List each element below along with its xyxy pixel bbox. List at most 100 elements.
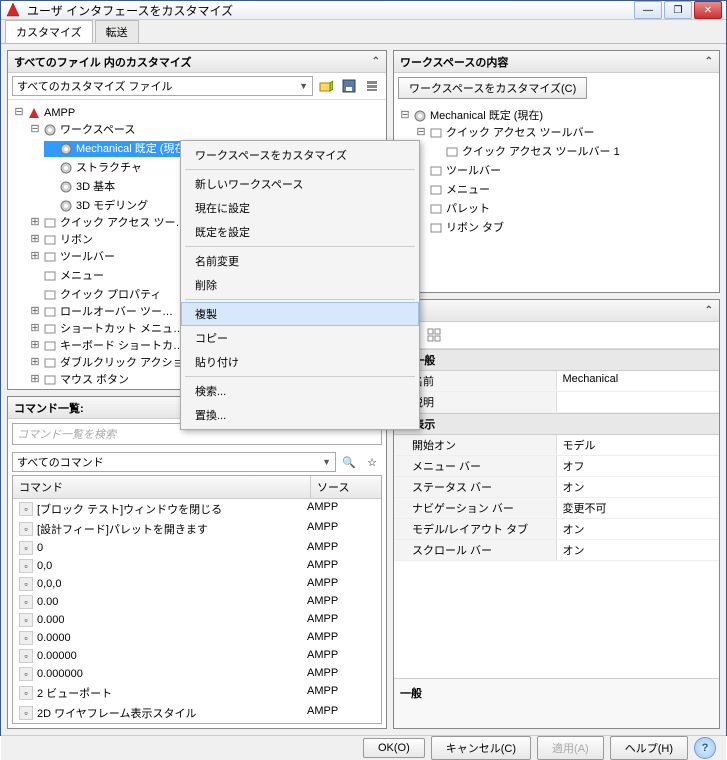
- property-row[interactable]: 開始オンモデル: [394, 435, 719, 456]
- panel-menu-icon[interactable]: [362, 76, 382, 96]
- tree-item[interactable]: ⊞ツールバー: [28, 249, 117, 265]
- property-name: モデル/レイアウト タブ: [394, 519, 557, 539]
- command-row[interactable]: ▫2D ワイヤフレーム表示スタイルAMPP: [13, 703, 381, 723]
- minimize-button[interactable]: —: [634, 1, 662, 19]
- ws-tree-root[interactable]: ⊟Mechanical 既定 (現在): [398, 108, 545, 124]
- col-command[interactable]: コマンド: [13, 476, 311, 498]
- property-row[interactable]: ナビゲーション バー変更不可: [394, 498, 719, 519]
- tab-transfer[interactable]: 転送: [95, 20, 139, 43]
- alpha-sort-icon[interactable]: [424, 325, 444, 345]
- help-icon[interactable]: ?: [694, 737, 716, 759]
- tree-root[interactable]: ⊟AMPP: [12, 105, 77, 121]
- context-menu-item[interactable]: 貼り付け: [181, 350, 419, 374]
- tree-item[interactable]: クイック プロパティ: [28, 287, 163, 303]
- property-value[interactable]: オン: [557, 519, 720, 539]
- tree-ws-item[interactable]: 3D モデリング: [44, 198, 150, 214]
- property-value[interactable]: Mechanical: [557, 371, 720, 391]
- command-row[interactable]: ▫0,0AMPP: [13, 557, 381, 575]
- apply-button[interactable]: 適用(A): [537, 736, 604, 760]
- property-row[interactable]: ステータス バーオン: [394, 477, 719, 498]
- property-name: ナビゲーション バー: [394, 498, 557, 518]
- tree-item[interactable]: ⊞マウス ボタン: [28, 372, 131, 388]
- favorite-icon[interactable]: ☆: [362, 452, 382, 472]
- collapse-icon[interactable]: ⌃: [372, 56, 380, 67]
- tree-ws-item[interactable]: Mechanical 既定 (現在): [44, 141, 191, 157]
- command-row[interactable]: ▫0,0,0AMPP: [13, 575, 381, 593]
- tree-ws-item[interactable]: ストラクチャ: [44, 160, 144, 176]
- collapse-icon[interactable]: ⌃: [705, 56, 713, 67]
- maximize-button[interactable]: ❐: [664, 1, 692, 19]
- property-value[interactable]: [557, 392, 720, 412]
- property-value[interactable]: オン: [557, 540, 720, 560]
- tree-item[interactable]: メニュー: [28, 268, 106, 284]
- context-menu-item[interactable]: コピー: [181, 326, 419, 350]
- command-row[interactable]: ▫0.0000AMPP: [13, 629, 381, 647]
- tree-workspace[interactable]: ⊟ワークスペース: [28, 122, 137, 138]
- close-button[interactable]: ✕: [694, 1, 722, 19]
- context-menu-item[interactable]: 置換...: [181, 403, 419, 427]
- property-row[interactable]: モデル/レイアウト タブオン: [394, 519, 719, 540]
- tree-item[interactable]: ⊞ロールオーバー ツー…: [28, 304, 175, 320]
- tree-item[interactable]: ⊞ショートカット メニュ…: [28, 321, 186, 337]
- command-row[interactable]: ▫2 ビューポートAMPP: [13, 683, 381, 703]
- command-source: AMPP: [301, 500, 381, 518]
- ws-tree-item[interactable]: パレット: [414, 201, 492, 217]
- command-row[interactable]: ▫0.000AMPP: [13, 611, 381, 629]
- ws-tree-qat-item[interactable]: クイック アクセス ツールバー 1: [430, 144, 622, 160]
- tree-icon: [59, 161, 73, 175]
- tree-ws-item[interactable]: 3D 基本: [44, 179, 117, 195]
- property-value[interactable]: オン: [557, 477, 720, 497]
- ws-tree-item[interactable]: リボン タブ: [414, 220, 506, 236]
- command-row[interactable]: ▫0AMPP: [13, 539, 381, 557]
- tabstrip: カスタマイズ 転送: [1, 20, 726, 44]
- ws-tree[interactable]: ⊟Mechanical 既定 (現在)⊟クイック アクセス ツールバークイック …: [394, 103, 719, 292]
- tree-icon: [43, 216, 57, 230]
- command-filter-dropdown[interactable]: すべてのコマンド ▼: [12, 452, 336, 472]
- help-button[interactable]: ヘルプ(H): [610, 736, 688, 760]
- command-row[interactable]: ▫0.00000AMPP: [13, 647, 381, 665]
- tree-item[interactable]: ⊞クイック アクセス ツー…: [28, 215, 189, 231]
- property-value[interactable]: オフ: [557, 456, 720, 476]
- context-menu-item[interactable]: 新しいワークスペース: [181, 172, 419, 196]
- tree-item[interactable]: ⊞リボン: [28, 232, 95, 248]
- col-source[interactable]: ソース: [311, 476, 381, 498]
- property-row[interactable]: スクロール バーオン: [394, 540, 719, 561]
- command-row[interactable]: ▫[設計フィード]パレットを開きますAMPP: [13, 519, 381, 539]
- customizations-header: すべてのファイル 内のカスタマイズ ⌃: [8, 51, 386, 73]
- context-menu-item[interactable]: ワークスペースをカスタマイズ: [181, 143, 419, 167]
- customize-workspace-button[interactable]: ワークスペースをカスタマイズ(C): [398, 77, 587, 99]
- props-section-display[interactable]: ▾ 表示: [394, 413, 719, 435]
- ws-tree-qat[interactable]: ⊟クイック アクセス ツールバー: [414, 125, 597, 141]
- context-menu-item[interactable]: 検索...: [181, 379, 419, 403]
- property-row[interactable]: 説明: [394, 392, 719, 413]
- property-value[interactable]: 変更不可: [557, 498, 720, 518]
- context-menu-item[interactable]: 削除: [181, 273, 419, 297]
- property-value[interactable]: モデル: [557, 435, 720, 455]
- command-row[interactable]: ▫[ブロック テスト]ウィンドウを閉じるAMPP: [13, 499, 381, 519]
- props-section-general[interactable]: ▾ 一般: [394, 349, 719, 371]
- tab-customize[interactable]: カスタマイズ: [5, 20, 93, 43]
- ok-button[interactable]: OK(O): [363, 738, 425, 758]
- property-row[interactable]: メニュー バーオフ: [394, 456, 719, 477]
- tree-label: メニュー: [60, 268, 104, 284]
- command-name: 0.00000: [37, 650, 77, 662]
- command-row[interactable]: ▫0.00AMPP: [13, 593, 381, 611]
- context-menu-item[interactable]: 名前変更: [181, 249, 419, 273]
- ws-tree-item[interactable]: メニュー: [414, 182, 492, 198]
- command-source: AMPP: [301, 684, 381, 702]
- context-menu-item[interactable]: 既定を設定: [181, 220, 419, 244]
- property-row[interactable]: 名前Mechanical: [394, 371, 719, 392]
- context-menu-item[interactable]: 現在に設定: [181, 196, 419, 220]
- cui-filter-dropdown[interactable]: すべてのカスタマイズ ファイル ▼: [12, 76, 313, 96]
- save-icon[interactable]: [339, 76, 359, 96]
- cancel-button[interactable]: キャンセル(C): [431, 736, 531, 760]
- tree-item[interactable]: ⊞キーボード ショートカ…: [28, 338, 186, 354]
- collapse-icon[interactable]: ⌃: [705, 305, 713, 316]
- find-icon[interactable]: 🔍: [339, 452, 359, 472]
- context-menu-item[interactable]: 複製: [181, 302, 419, 326]
- tree-item[interactable]: ⊞ダブルクリック アクショ…: [28, 355, 197, 371]
- command-row[interactable]: ▫0.000000AMPP: [13, 665, 381, 683]
- ws-tree-item[interactable]: ツールバー: [414, 163, 503, 179]
- open-file-icon[interactable]: [316, 76, 336, 96]
- property-name: 開始オン: [394, 435, 557, 455]
